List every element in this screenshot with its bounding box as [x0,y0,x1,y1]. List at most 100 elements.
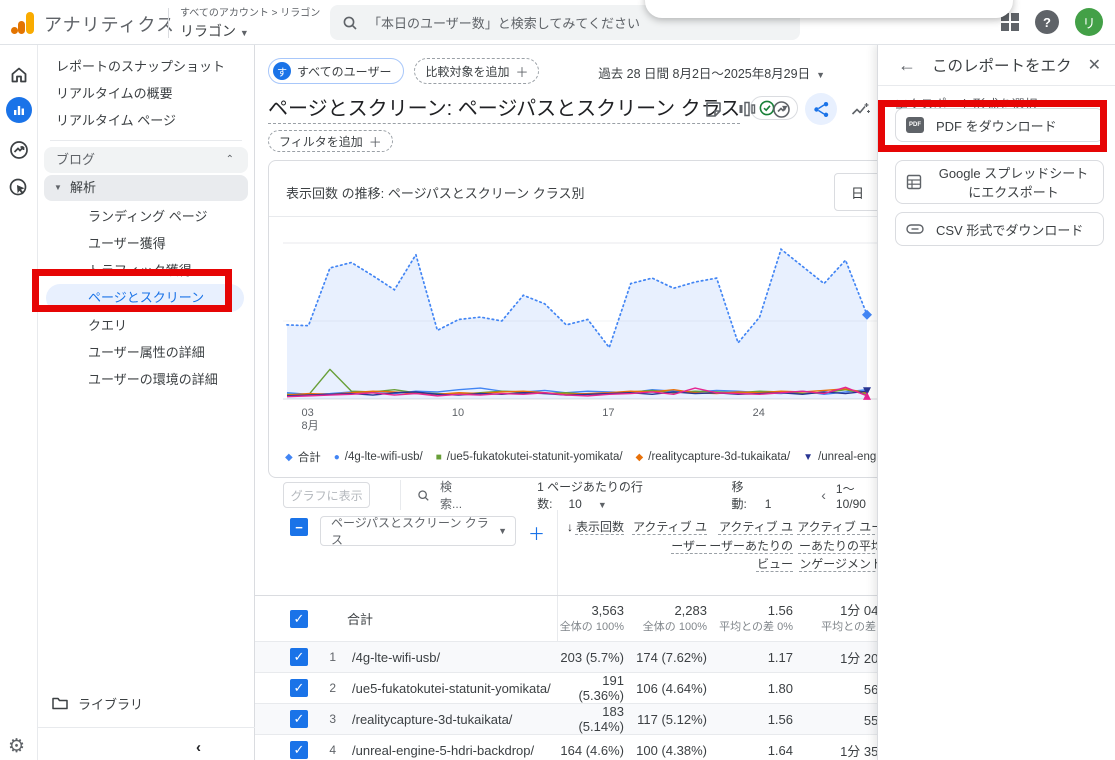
rows-per-page[interactable]: 1 ページあたりの行数:10▼ [537,478,691,512]
row-checkbox[interactable]: ✓ [290,710,308,728]
table-header-row: − ページパスとスクリーン クラス▼ ＋ ↓表示回数 アクティブ ユーザー アク… [255,510,877,596]
trend-line-chart[interactable]: 038月101724 [283,231,877,443]
data-table: − ページパスとスクリーン クラス▼ ＋ ↓表示回数 アクティブ ユーザー アク… [255,510,877,760]
download-csv-button[interactable]: CSV 形式でダウンロード [895,212,1104,246]
legend-label: 合計 [298,449,321,465]
search-icon [342,15,358,31]
card-divider [269,216,877,217]
search-icon [417,488,430,503]
collapse-sidebar-icon[interactable]: ‹ [196,739,201,756]
table-controls: グラフに表示 検索... 1 ページあたりの行数:10▼ 移動:1 ‹ 1～10… [268,480,877,510]
totals-views: 3,563全体の 100% [557,596,624,641]
browser-popup-overlay [645,0,1013,18]
sidebar-item-user-acquisition[interactable]: ユーザー獲得 [38,230,254,257]
page-path: /ue5-fukatokutei-statunit-yomikata/ [352,681,551,696]
reports-icon[interactable] [6,97,32,123]
totals-vpu: 1.56平均との差 0% [707,596,793,641]
add-dimension-icon[interactable]: ＋ [528,520,545,545]
export-to-sheets-button[interactable]: Google スプレッドシートにエクスポート [895,160,1104,204]
avatar[interactable]: リ [1075,8,1103,36]
insights-icon[interactable] [771,99,791,119]
date-range-picker[interactable]: 過去 28 日間 8月2日～2025年8月29日▼ [598,63,825,82]
chevron-down-icon: ▼ [598,500,607,510]
sidebar-divider [50,140,242,141]
close-icon[interactable]: ✕ [1088,55,1101,75]
ga-logo-icon[interactable] [10,10,36,36]
plus-icon: ＋ [515,62,528,81]
export-panel-title: このレポートをエクス... [932,54,1072,76]
sidebar: レポートのスナップショット リアルタイムの概要 リアルタイム ページ ブログ ⌃… [38,45,255,760]
sidebar-item-report-snapshot[interactable]: レポートのスナップショット [38,53,254,80]
legend-marker-icon: ◆ [285,452,293,463]
legend-label: /realitycapture-3d-tukaikata/ [648,451,790,463]
sidebar-item-traffic-acquisition[interactable]: トラフィック獲得 [38,257,254,284]
legend-item[interactable]: ◆ 合計 [285,449,321,465]
svg-text:03: 03 [301,407,313,419]
explore-icon[interactable] [6,137,32,163]
sidebar-collection-blog[interactable]: ブログ ⌃ [44,147,248,173]
pagination: ‹ 1～10/90 [821,480,877,511]
table-row[interactable]: ✓ 2/ue5-fukatokutei-statunit-yomikata/ 1… [255,673,877,704]
sidebar-item-pages-and-screens[interactable]: ページとスクリーン [46,284,244,312]
table-row[interactable]: ✓ 1/4g-lte-wifi-usb/ 203 (5.7%) 174 (7.6… [255,642,877,673]
sidebar-topic-analysis[interactable]: ▼ 解析 [44,175,248,201]
gear-icon[interactable]: ⚙ [8,735,25,758]
row-checkbox[interactable]: ✓ [290,741,308,759]
column-header-engagement-time[interactable]: アクティブ ユーザーあたりの平均エンゲージメント時間 [793,510,877,595]
sidebar-item-landing-pages[interactable]: ランディング ページ [38,203,254,230]
download-pdf-button[interactable]: PDF PDF をダウンロード [895,108,1104,142]
legend-item[interactable]: ●/4g-lte-wifi-usb/ [334,451,423,463]
sidebar-item-realtime-overview[interactable]: リアルタイムの概要 [38,80,254,107]
pagination-range: 1～10/90 [836,480,877,511]
prev-page-icon[interactable]: ‹ [821,487,826,503]
dimension-select[interactable]: ページパスとスクリーン クラス▼ [320,516,516,546]
column-header-views[interactable]: ↓表示回数 [557,510,624,595]
sidebar-item-library[interactable]: ライブラリ [38,689,255,717]
main-content: す すべてのユーザー 比較対象を追加＋ 過去 28 日間 8月2日～2025年8… [255,45,877,760]
pdf-icon: PDF [906,117,924,133]
csv-link-icon [906,224,924,234]
help-icon[interactable]: ? [1035,10,1059,34]
legend-item[interactable]: ▼/unreal-engine-5-hdri-backdrop/ [803,451,877,463]
trend-chart-card: 表示回数 の推移: ページパスとスクリーン クラス別 日 038月101724 … [268,160,877,478]
select-all-checkbox[interactable]: − [290,518,308,536]
note-icon[interactable] [703,99,723,119]
table-row[interactable]: ✓ 3/realitycapture-3d-tukaikata/ 183 (5.… [255,704,877,735]
table-search-input[interactable]: 検索... [417,478,469,512]
home-icon[interactable] [6,62,32,88]
legend-item[interactable]: ◆ /realitycapture-3d-tukaikata/ [636,451,791,463]
share-icon[interactable] [805,93,837,125]
sidebar-item-tech-details[interactable]: ユーザーの環境の詳細 [38,366,254,393]
add-comparison-chip[interactable]: 比較対象を追加＋ [414,58,539,84]
sidebar-item-queries[interactable]: クエリ [38,312,254,339]
legend-marker-icon: ● [334,452,340,463]
row-checkbox[interactable]: ✓ [290,610,308,628]
column-header-active-users[interactable]: アクティブ ユーザー [624,510,707,595]
chevron-down-icon: ▼ [240,28,249,38]
granularity-select[interactable]: 日 [834,173,877,211]
row-checkbox[interactable]: ✓ [290,648,308,666]
show-in-chart-button[interactable]: グラフに表示 [283,482,370,508]
advertising-icon[interactable] [6,175,32,201]
goto-page[interactable]: 移動:1 [731,478,777,512]
legend-marker-icon: ◆ [636,452,644,463]
add-filter-chip[interactable]: フィルタを追加＋ [268,130,393,152]
legend-marker-icon: ▼ [803,452,813,463]
back-arrow-icon[interactable]: ← [898,55,916,76]
row-checkbox[interactable]: ✓ [290,679,308,697]
totals-engagement: 1分 04 秒平均との差 0% [793,596,877,641]
svg-text:17: 17 [602,407,614,419]
sidebar-item-user-attributes[interactable]: ユーザー属性の詳細 [38,339,254,366]
page-title: ページとスクリーン: ページパスとスクリーン クラス [268,92,740,124]
legend-item[interactable]: ■/ue5-fukatokutei-statunit-yomikata/ [436,451,623,463]
sparkline-icon[interactable] [851,99,871,119]
segment-chip-all-users[interactable]: す すべてのユーザー [268,58,404,84]
table-row[interactable]: ✓ 4/unreal-engine-5-hdri-backdrop/ 164 (… [255,735,877,760]
column-header-views-per-user[interactable]: アクティブ ユーザーあたりのビュー [707,510,793,595]
totals-users: 2,283全体の 100% [624,596,707,641]
sidebar-item-realtime-pages[interactable]: リアルタイム ページ [38,107,254,134]
page-path: /4g-lte-wifi-usb/ [352,650,440,665]
account-switcher[interactable]: すべてのアカウント > リラゴン リラゴン ▼ [180,4,320,41]
compare-bars-icon[interactable] [737,99,757,119]
property-name[interactable]: リラゴン ▼ [180,21,320,41]
